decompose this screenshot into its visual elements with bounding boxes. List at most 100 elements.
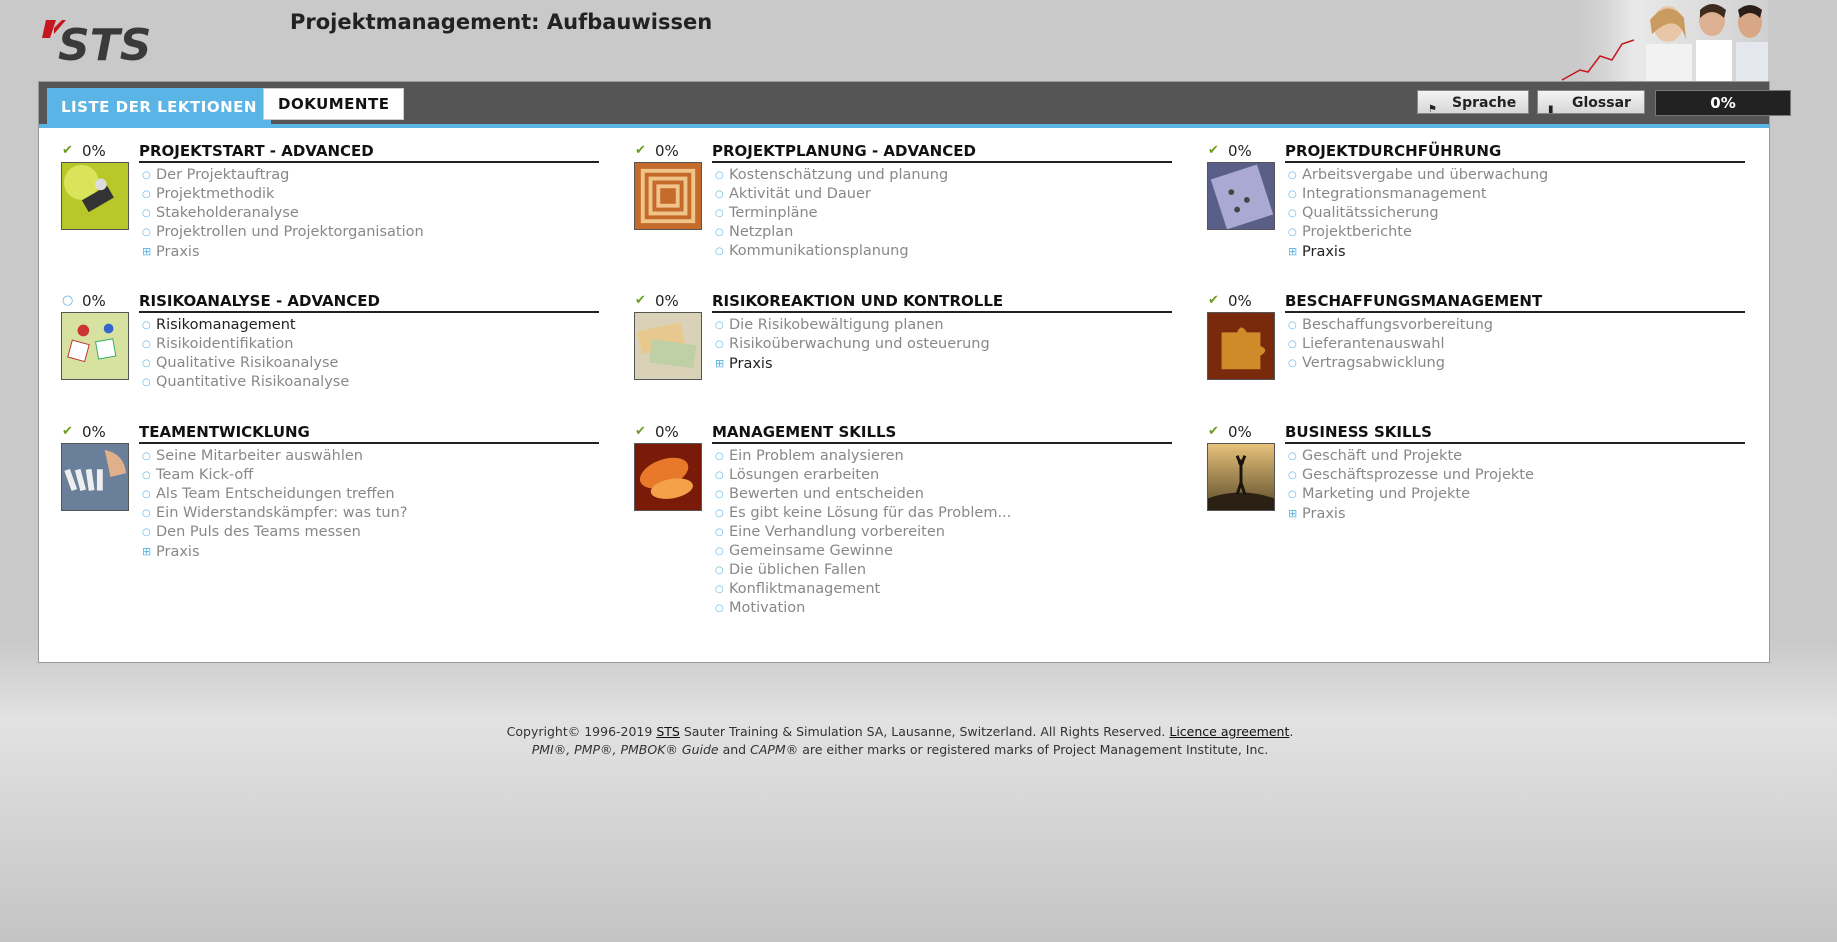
practice-grid-icon: ⊞ bbox=[142, 545, 152, 558]
check-icon: ✔ bbox=[1208, 424, 1219, 439]
list-item[interactable]: ○ Risikomanagement bbox=[142, 316, 349, 335]
list-item[interactable]: ○ Projektmethodik bbox=[142, 185, 424, 204]
circle-bullet-icon: ○ bbox=[142, 377, 151, 388]
licence-link[interactable]: Licence agreement bbox=[1169, 724, 1289, 739]
list-item[interactable]: ○ Ein Widerstandskämpfer: was tun? bbox=[142, 504, 407, 523]
module-title[interactable]: RISIKOREAKTION UND KONTROLLE bbox=[712, 292, 1172, 313]
module-thumbnail bbox=[634, 443, 702, 511]
module-progress: 0% bbox=[1228, 423, 1252, 441]
header-people-image bbox=[1560, 0, 1768, 82]
list-item[interactable]: ○ Es gibt keine Lösung für das Problem... bbox=[715, 504, 1011, 523]
check-icon: ✔ bbox=[1208, 143, 1219, 158]
list-item[interactable]: ○ Quantitative Risikoanalyse bbox=[142, 373, 349, 392]
circle-bullet-icon: ○ bbox=[715, 246, 724, 257]
circle-bullet-icon: ○ bbox=[715, 508, 724, 519]
module-progress: 0% bbox=[82, 292, 106, 310]
module-progress: 0% bbox=[655, 423, 679, 441]
check-icon: ✔ bbox=[635, 143, 646, 158]
list-item[interactable]: ○ Lösungen erarbeiten bbox=[715, 466, 1011, 485]
module-title[interactable]: RISIKOANALYSE - ADVANCED bbox=[139, 292, 599, 313]
circle-bullet-icon: ○ bbox=[142, 227, 151, 238]
circle-bullet-icon: ○ bbox=[1288, 170, 1297, 181]
list-item[interactable]: ○ Risikoüberwachung und osteuerung bbox=[715, 335, 990, 354]
list-item[interactable]: ○ Netzplan bbox=[715, 223, 948, 242]
practice-item[interactable]: ⊞ Praxis bbox=[1288, 504, 1534, 524]
list-item[interactable]: ○ Als Team Entscheidungen treffen bbox=[142, 485, 407, 504]
svg-text:STS: STS bbox=[58, 20, 151, 66]
company-link[interactable]: STS bbox=[656, 724, 680, 739]
list-item[interactable]: ○ Geschäftsprozesse und Projekte bbox=[1288, 466, 1534, 485]
list-item[interactable]: ○ Bewerten und entscheiden bbox=[715, 485, 1011, 504]
circle-bullet-icon: ○ bbox=[1288, 208, 1297, 219]
list-item[interactable]: ○ Aktivität und Dauer bbox=[715, 185, 948, 204]
module-title[interactable]: PROJEKTDURCHFÜHRUNG bbox=[1285, 142, 1745, 163]
list-item[interactable]: ○ Marketing und Projekte bbox=[1288, 485, 1534, 504]
list-item[interactable]: ○ Der Projektauftrag bbox=[142, 166, 424, 185]
list-item[interactable]: ○ Beschaffungsvorbereitung bbox=[1288, 316, 1493, 335]
circle-status-icon: ○ bbox=[62, 293, 74, 308]
module-progress: 0% bbox=[655, 292, 679, 310]
circle-bullet-icon: ○ bbox=[142, 527, 151, 538]
lesson-list: ○ Der Projektauftrag ○ Projektmethodik ○ St… bbox=[142, 166, 424, 262]
circle-bullet-icon: ○ bbox=[715, 489, 724, 500]
lesson-panel: LISTE DER LEKTIONEN DOKUMENTE ⚑ Sprache … bbox=[39, 82, 1791, 662]
practice-item[interactable]: ⊞ Praxis bbox=[715, 354, 990, 374]
footer-trademarks: PMI®, PMP®, PMBOK® Guide and CAPM® are e… bbox=[531, 742, 1269, 757]
module-title[interactable]: BUSINESS SKILLS bbox=[1285, 423, 1745, 444]
list-item[interactable]: ○ Motivation bbox=[715, 599, 1011, 618]
glossary-button[interactable]: ▮ Glossar bbox=[1537, 90, 1645, 115]
list-item[interactable]: ○ Seine Mitarbeiter auswählen bbox=[142, 447, 407, 466]
module-title[interactable]: TEAMENTWICKLUNG bbox=[139, 423, 599, 444]
circle-bullet-icon: ○ bbox=[1288, 320, 1297, 331]
practice-grid-icon: ⊞ bbox=[715, 357, 725, 370]
list-item[interactable]: ○ Eine Verhandlung vorbereiten bbox=[715, 523, 1011, 542]
module-title[interactable]: BESCHAFFUNGSMANAGEMENT bbox=[1285, 292, 1745, 313]
list-item[interactable]: ○ Lieferantenauswahl bbox=[1288, 335, 1493, 354]
circle-bullet-icon: ○ bbox=[142, 170, 151, 181]
list-item[interactable]: ○ Gemeinsame Gewinne bbox=[715, 542, 1011, 561]
tab-documents[interactable]: DOKUMENTE bbox=[263, 88, 405, 120]
list-item[interactable]: ○ Geschäft und Projekte bbox=[1288, 447, 1534, 466]
practice-item[interactable]: ⊞ Praxis bbox=[142, 542, 407, 562]
circle-bullet-icon: ○ bbox=[142, 451, 151, 462]
lesson-list: ○ Ein Problem analysieren ○ Lösungen erarb… bbox=[715, 447, 1011, 618]
list-item[interactable]: ○ Ein Problem analysieren bbox=[715, 447, 1011, 466]
list-item[interactable]: ○ Projektrollen und Projektorganisation bbox=[142, 223, 424, 242]
list-item[interactable]: ○ Die üblichen Fallen bbox=[715, 561, 1011, 580]
list-item[interactable]: ○ Kostenschätzung und planung bbox=[715, 166, 948, 185]
module-thumbnail bbox=[634, 162, 702, 230]
list-item[interactable]: ○ Arbeitsvergabe und überwachung bbox=[1288, 166, 1548, 185]
module-thumbnail bbox=[61, 162, 129, 230]
list-item[interactable]: ○ Integrationsmanagement bbox=[1288, 185, 1548, 204]
module-title[interactable]: PROJEKTPLANUNG - ADVANCED bbox=[712, 142, 1172, 163]
list-item[interactable]: ○ Team Kick-off bbox=[142, 466, 407, 485]
module-title[interactable]: PROJEKTSTART - ADVANCED bbox=[139, 142, 599, 163]
circle-bullet-icon: ○ bbox=[142, 489, 151, 500]
list-item[interactable]: ○ Die Risikobewältigung planen bbox=[715, 316, 990, 335]
list-item[interactable]: ○ Terminpläne bbox=[715, 204, 948, 223]
tab-lesson-list[interactable]: LISTE DER LEKTIONEN bbox=[47, 88, 271, 124]
practice-item[interactable]: ⊞ Praxis bbox=[1288, 242, 1548, 262]
circle-bullet-icon: ○ bbox=[715, 320, 724, 331]
list-item[interactable]: ○ Den Puls des Teams messen bbox=[142, 523, 407, 542]
list-item[interactable]: ○ Qualitative Risikoanalyse bbox=[142, 354, 349, 373]
circle-bullet-icon: ○ bbox=[1288, 227, 1297, 238]
practice-item[interactable]: ⊞ Praxis bbox=[142, 242, 424, 262]
language-button[interactable]: ⚑ Sprache bbox=[1417, 90, 1529, 115]
list-item[interactable]: ○ Qualitätssicherung bbox=[1288, 204, 1548, 223]
module-progress: 0% bbox=[82, 423, 106, 441]
list-item[interactable]: ○ Stakeholderanalyse bbox=[142, 204, 424, 223]
list-item[interactable]: ○ Projektberichte bbox=[1288, 223, 1548, 242]
circle-bullet-icon: ○ bbox=[715, 546, 724, 557]
list-item[interactable]: ○ Risikoidentifikation bbox=[142, 335, 349, 354]
circle-bullet-icon: ○ bbox=[142, 339, 151, 350]
list-item[interactable]: ○ Vertragsabwicklung bbox=[1288, 354, 1493, 373]
module-title[interactable]: MANAGEMENT SKILLS bbox=[712, 423, 1172, 444]
module-thumbnail bbox=[1207, 443, 1275, 511]
circle-bullet-icon: ○ bbox=[1288, 358, 1297, 369]
list-item[interactable]: ○ Kommunikationsplanung bbox=[715, 242, 948, 261]
list-item[interactable]: ○ Konfliktmanagement bbox=[715, 580, 1011, 599]
lesson-list: ○ Seine Mitarbeiter auswählen ○ Team Kick-… bbox=[142, 447, 407, 562]
circle-bullet-icon: ○ bbox=[715, 527, 724, 538]
module-progress: 0% bbox=[1228, 142, 1252, 160]
